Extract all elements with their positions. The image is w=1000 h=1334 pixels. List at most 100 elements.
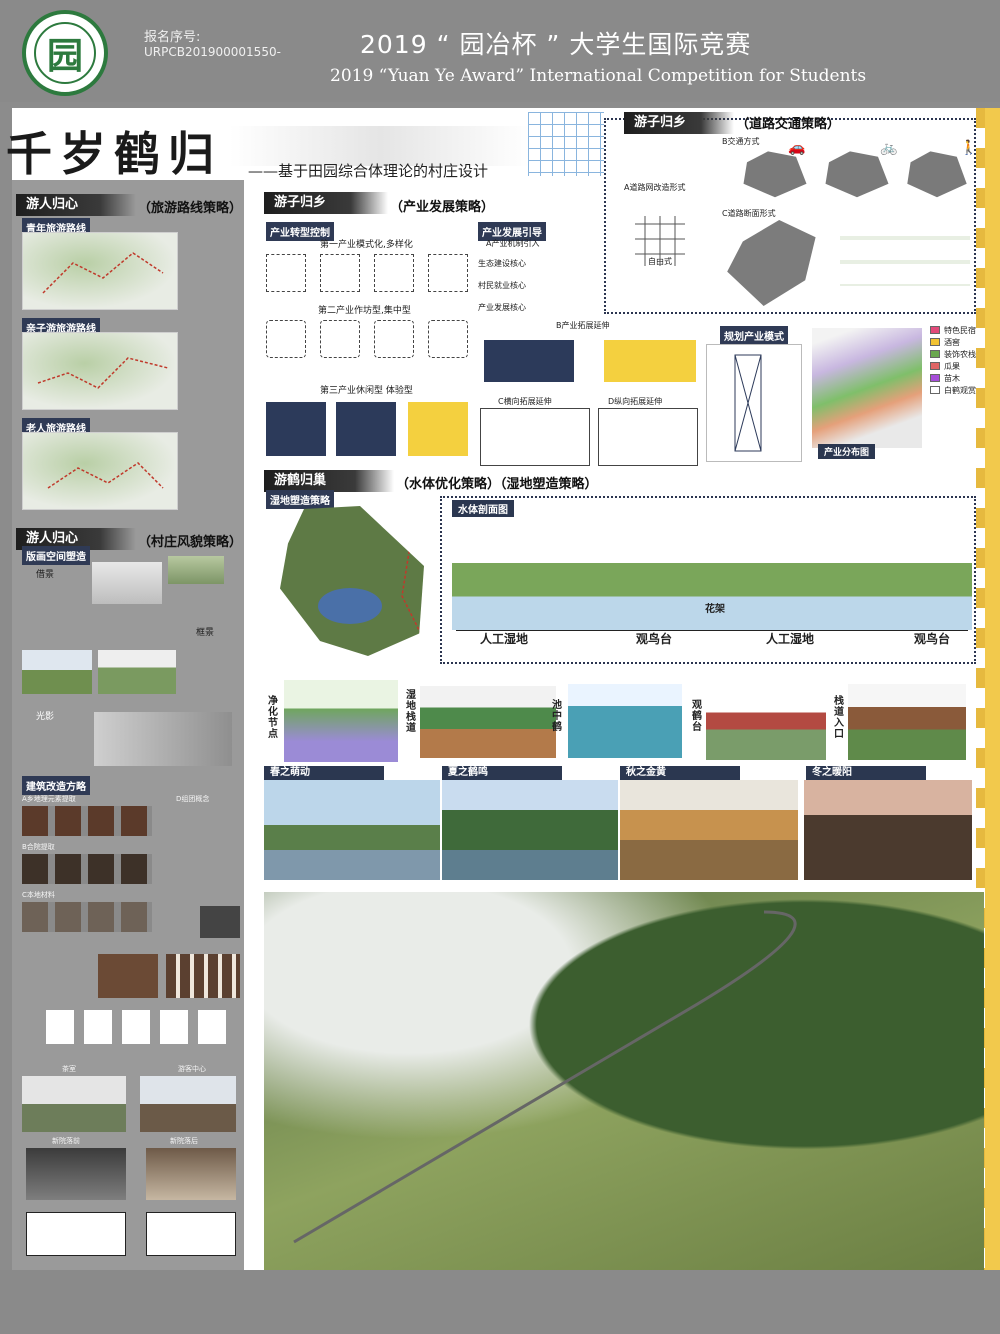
- transport-a-label: A道路网改造形式: [624, 183, 686, 192]
- node-sketch: [848, 684, 966, 760]
- node-label: 净化节点: [268, 696, 278, 740]
- legend-swatch: [930, 386, 940, 394]
- legend-label: 苗木: [944, 374, 960, 383]
- light-shadow-label: 光影: [36, 712, 55, 722]
- node-sketch: [568, 684, 682, 758]
- frame-view-photo: [22, 650, 92, 694]
- visitor-center-render: [140, 1076, 236, 1132]
- flow-box: [374, 254, 414, 292]
- legend-swatch: [930, 338, 940, 346]
- flow-box: [266, 254, 306, 292]
- scenery-photo: [168, 556, 224, 584]
- section-sub-tour: （旅游路线策略）: [138, 201, 243, 216]
- section-sub-industry: （产业发展策略）: [390, 200, 495, 215]
- competition-logo: 园: [22, 10, 108, 96]
- season-label: 春之萌动: [264, 766, 384, 780]
- transport-b-label: B交通方式: [722, 137, 760, 146]
- renovate-tag: 建筑改造方略: [22, 776, 90, 795]
- secondary-industry: 第二产业作坊型,集中型: [318, 306, 411, 316]
- registration-label: 报名序号:: [144, 30, 201, 45]
- season-photo-spring: [264, 780, 440, 880]
- flow-box: [374, 320, 414, 358]
- tea-house-label: 茶室: [62, 1065, 76, 1073]
- season-photo-summer: [442, 780, 618, 880]
- section-sub-village: （村庄风貌策略）: [138, 535, 243, 550]
- element-photos: [22, 806, 152, 836]
- plan-mode-diagram: [706, 344, 802, 462]
- plan-blocks: [46, 1010, 236, 1044]
- road-sections: [840, 216, 970, 286]
- cluster-model: [200, 906, 240, 938]
- courtyard-photos: [22, 854, 152, 884]
- route-map: [22, 332, 178, 410]
- courtyard-render: [26, 1148, 126, 1200]
- node-label: 池中鹤: [552, 700, 562, 733]
- poster-board: 园 报名序号: URPCB201900001550- 2019 “ 园冶杯 ” …: [0, 0, 1000, 1334]
- floor-plan: [146, 1212, 236, 1256]
- visitor-center-label: 游客中心: [178, 1065, 206, 1073]
- season-label: 冬之暖阳: [806, 766, 926, 780]
- section-sub-water: （水体优化策略）（湿地塑造策略）: [396, 477, 598, 492]
- flow-box: [320, 254, 360, 292]
- industry-core: 产业发展核心: [478, 303, 526, 312]
- project-title: 千岁鹤归: [6, 127, 222, 181]
- season-photo-autumn: [620, 780, 798, 880]
- competition-title-cn: 2019 “ 园冶杯 ” 大学生国际竞赛: [360, 30, 752, 59]
- route-map: [22, 232, 178, 310]
- car-icon: 🚗: [788, 140, 806, 156]
- flow-box: [320, 320, 360, 358]
- house-elevation: [98, 954, 158, 998]
- renovate-d-label: D组团概念: [176, 795, 210, 803]
- facade-tag: 版画空间塑造: [22, 546, 90, 565]
- v-extend-diagram: [598, 408, 698, 466]
- floor-plan: [26, 1212, 126, 1256]
- facade-photo: [92, 562, 162, 604]
- primary-industry: 第一产业模式化,多样化: [320, 240, 413, 250]
- expand-label: B产业拓展延伸: [556, 321, 610, 330]
- bottom-margin: [0, 1270, 1000, 1334]
- season-label: 秋之金黄: [620, 766, 740, 780]
- service-column: [408, 402, 468, 456]
- eco-core: 生态建设核心: [478, 259, 526, 268]
- mechanism-label: A产业机制引入: [486, 239, 540, 248]
- v-extend-label: D纵向拓展延伸: [608, 397, 663, 406]
- courtyard-render: [146, 1148, 236, 1200]
- tertiary-industry: 第三产业休闲型 体验型: [320, 386, 413, 396]
- distribution-tag: 产业分布图: [818, 444, 876, 459]
- plan-mode-tag: 规划产业模式: [720, 326, 788, 345]
- transport-c-label: C道路断面形式: [722, 209, 776, 218]
- flow-box: [266, 320, 306, 358]
- legend-swatch: [930, 350, 940, 358]
- section-sub-transport: （道路交通策略）: [736, 117, 841, 132]
- legend-label: 特色民宿: [944, 326, 976, 335]
- legend-label: 装饰农栈: [944, 350, 976, 359]
- node-label: 湿地栈道: [406, 690, 416, 734]
- profile-label: 观鸟台: [636, 632, 673, 646]
- profile-baseline: [456, 630, 968, 631]
- route-path-icon: [37, 357, 169, 389]
- season-photo-winter: [804, 780, 972, 880]
- section-head-water: 游鹤归巢: [264, 470, 394, 492]
- node-sketch: [284, 680, 398, 762]
- renovate-c-label: C本地材料: [22, 891, 55, 899]
- logo-char: 园: [34, 22, 96, 84]
- transform-tag: 产业转型控制: [266, 222, 334, 241]
- node-sketch: [420, 686, 556, 758]
- competition-title-en: 2019 “Yuan Ye Award” International Compe…: [330, 66, 867, 86]
- aerial-view: [264, 892, 984, 1270]
- renovate-b-label: B合院提取: [22, 843, 55, 851]
- pedestrian-icon: 🚶: [960, 140, 978, 156]
- wetland-tag: 湿地塑造策略: [266, 490, 334, 509]
- flow-box: [428, 254, 468, 292]
- tea-house-render: [22, 1076, 126, 1132]
- expand-strategy: [604, 340, 696, 382]
- profile-label: 人工湿地: [766, 632, 815, 646]
- route-path-icon: [47, 462, 164, 489]
- industry-distribution-map: [812, 328, 922, 448]
- bicycle-icon: 🚲: [880, 140, 898, 156]
- node-label: 观鹤台: [692, 700, 702, 733]
- aerial-road-icon: [293, 910, 797, 1244]
- route-path-icon: [42, 252, 164, 294]
- section-head-tour: 游人归心: [16, 194, 136, 216]
- industry-flow-icon: [734, 354, 762, 452]
